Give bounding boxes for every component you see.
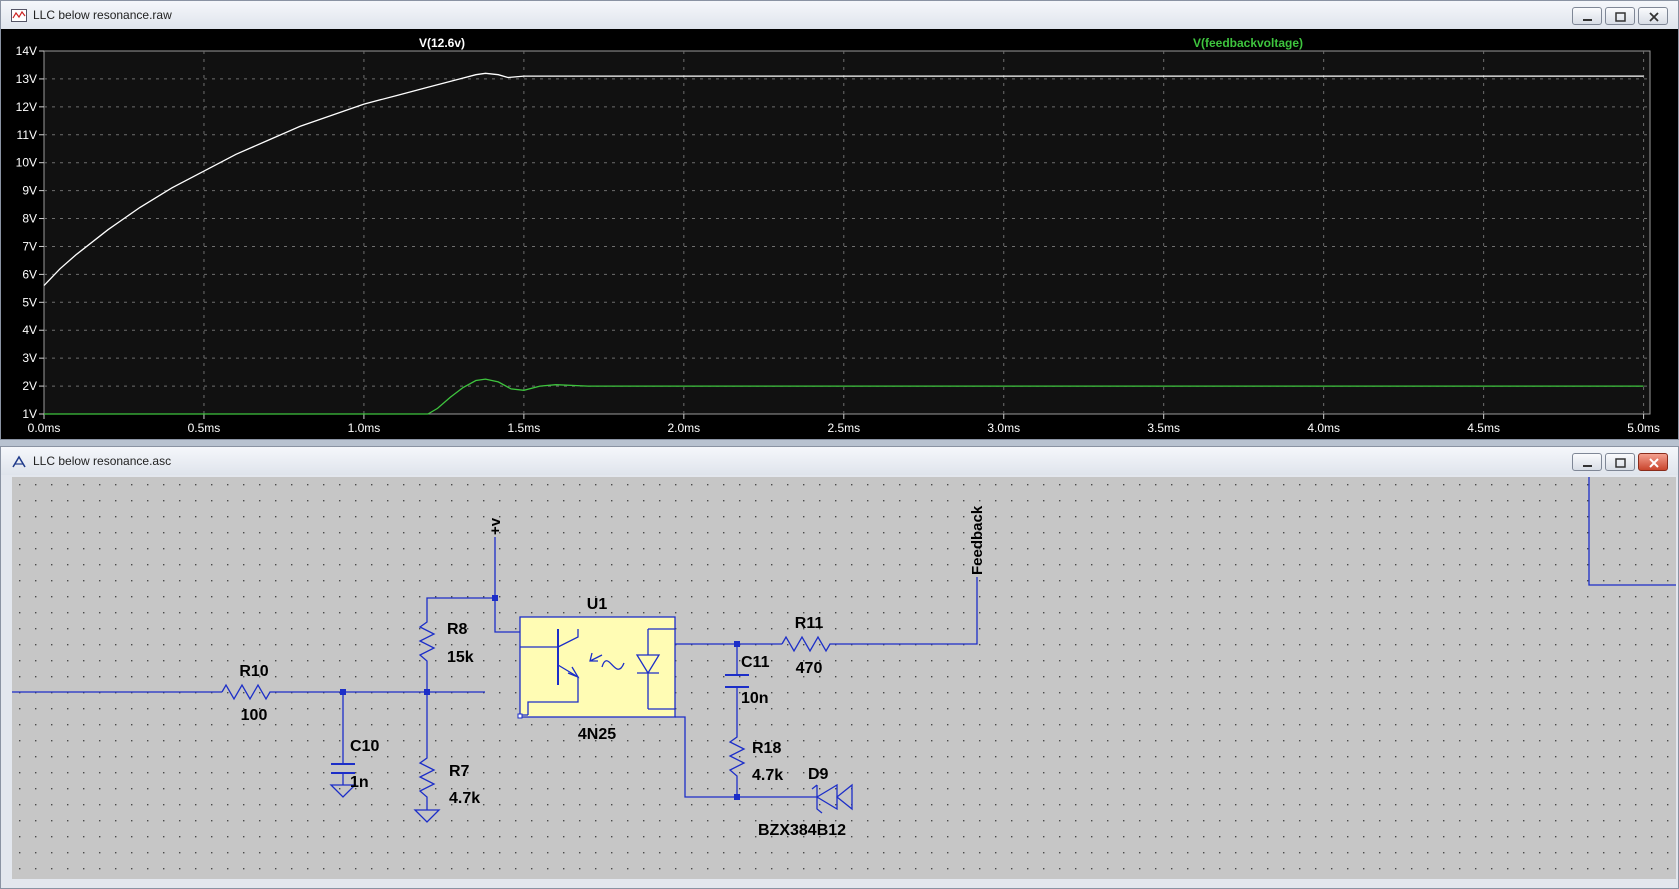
plot-area bbox=[43, 50, 1651, 415]
y-tick-label: 13V bbox=[16, 72, 37, 86]
r8-value: 15k bbox=[447, 649, 474, 666]
y-tick-label: 14V bbox=[16, 44, 37, 58]
trace-label-v12-6v[interactable]: V(12.6v) bbox=[419, 36, 465, 50]
schematic-close-button[interactable] bbox=[1638, 453, 1668, 471]
schematic-file-icon bbox=[12, 455, 26, 468]
schematic-canvas[interactable]: R10 100 C10 1n R8 15k R7 4.7k +v U1 4N25… bbox=[12, 477, 1676, 879]
minimize-button[interactable] bbox=[1572, 7, 1602, 25]
x-tick-label: 4.0ms bbox=[1307, 421, 1340, 435]
r11-value: 470 bbox=[796, 660, 823, 677]
x-tick-label: 2.5ms bbox=[827, 421, 860, 435]
minimize-icon bbox=[1583, 19, 1592, 21]
y-tick-label: 2V bbox=[22, 379, 37, 393]
r11-ref: R11 bbox=[795, 615, 824, 632]
waveform-file-icon bbox=[11, 9, 27, 22]
close-icon bbox=[1649, 12, 1659, 22]
y-tick-label: 10V bbox=[16, 156, 37, 170]
r18-ref: R18 bbox=[752, 740, 781, 757]
x-tick-label: 3.0ms bbox=[987, 421, 1020, 435]
minimize-icon bbox=[1583, 465, 1592, 467]
y-tick-label: 1V bbox=[22, 407, 37, 421]
d9-ref: D9 bbox=[808, 766, 829, 783]
r7-value: 4.7k bbox=[449, 790, 480, 807]
x-tick-label: 4.5ms bbox=[1467, 421, 1500, 435]
r7-ref: R7 bbox=[449, 763, 470, 780]
y-tick-label: 4V bbox=[22, 323, 37, 337]
x-tick-label: 1.5ms bbox=[508, 421, 541, 435]
c10-ref: C10 bbox=[350, 738, 379, 755]
r8-ref: R8 bbox=[447, 621, 468, 638]
restore-button[interactable] bbox=[1605, 7, 1635, 25]
u1-ref: U1 bbox=[587, 596, 608, 613]
y-tick-label: 3V bbox=[22, 351, 37, 365]
net-label-plus-v: +v bbox=[487, 517, 504, 535]
y-tick-label: 6V bbox=[22, 267, 37, 281]
waveform-window-title: LLC below resonance.raw bbox=[33, 8, 172, 22]
x-tick-label: 0.5ms bbox=[188, 421, 221, 435]
r10-ref: R10 bbox=[239, 663, 268, 680]
y-tick-label: 8V bbox=[22, 212, 37, 226]
y-tick-label: 12V bbox=[16, 100, 37, 114]
r10-value: 100 bbox=[241, 707, 268, 724]
restore-icon bbox=[1615, 458, 1626, 468]
schematic-window: LLC below resonance.asc R10 100 C10 1n R… bbox=[0, 446, 1679, 889]
schematic-titlebar[interactable]: LLC below resonance.asc bbox=[1, 447, 1678, 475]
x-tick-label: 1.0ms bbox=[348, 421, 381, 435]
c10-value: 1n bbox=[350, 774, 369, 791]
y-tick-label: 7V bbox=[22, 239, 37, 253]
y-tick-label: 11V bbox=[17, 128, 37, 142]
waveform-window: LLC below resonance.raw 1V 2V 3V 4V 5V 6V 7V 8V… bbox=[0, 0, 1679, 440]
schematic-window-title: LLC below resonance.asc bbox=[33, 454, 172, 468]
trace-label-feedbackvoltage[interactable]: V(feedbackvoltage) bbox=[1193, 36, 1303, 50]
waveform-titlebar[interactable]: LLC below resonance.raw bbox=[1, 1, 1678, 29]
x-tick-label: 5.0ms bbox=[1627, 421, 1660, 435]
schematic-minimize-button[interactable] bbox=[1572, 453, 1602, 471]
y-tick-label: 5V bbox=[22, 295, 37, 309]
schematic-restore-button[interactable] bbox=[1605, 453, 1635, 471]
u1-value: 4N25 bbox=[578, 726, 616, 743]
d9-value: BZX384B12 bbox=[758, 822, 846, 839]
waveform-plot[interactable]: 1V 2V 3V 4V 5V 6V 7V 8V 9V 10V 11V 12V 13V 14V 0.0ms 0.… bbox=[1, 29, 1678, 439]
x-tick-label: 2.0ms bbox=[667, 421, 700, 435]
close-button[interactable] bbox=[1638, 7, 1668, 25]
restore-icon bbox=[1615, 12, 1626, 22]
c11-value: 10n bbox=[741, 690, 769, 707]
c11-ref: C11 bbox=[741, 654, 770, 671]
close-icon bbox=[1649, 458, 1659, 468]
y-tick-label: 9V bbox=[22, 184, 37, 198]
x-tick-label: 3.5ms bbox=[1147, 421, 1180, 435]
net-label-feedback: Feedback bbox=[969, 505, 986, 575]
r18-value: 4.7k bbox=[752, 767, 783, 784]
x-tick-label: 0.0ms bbox=[28, 421, 61, 435]
